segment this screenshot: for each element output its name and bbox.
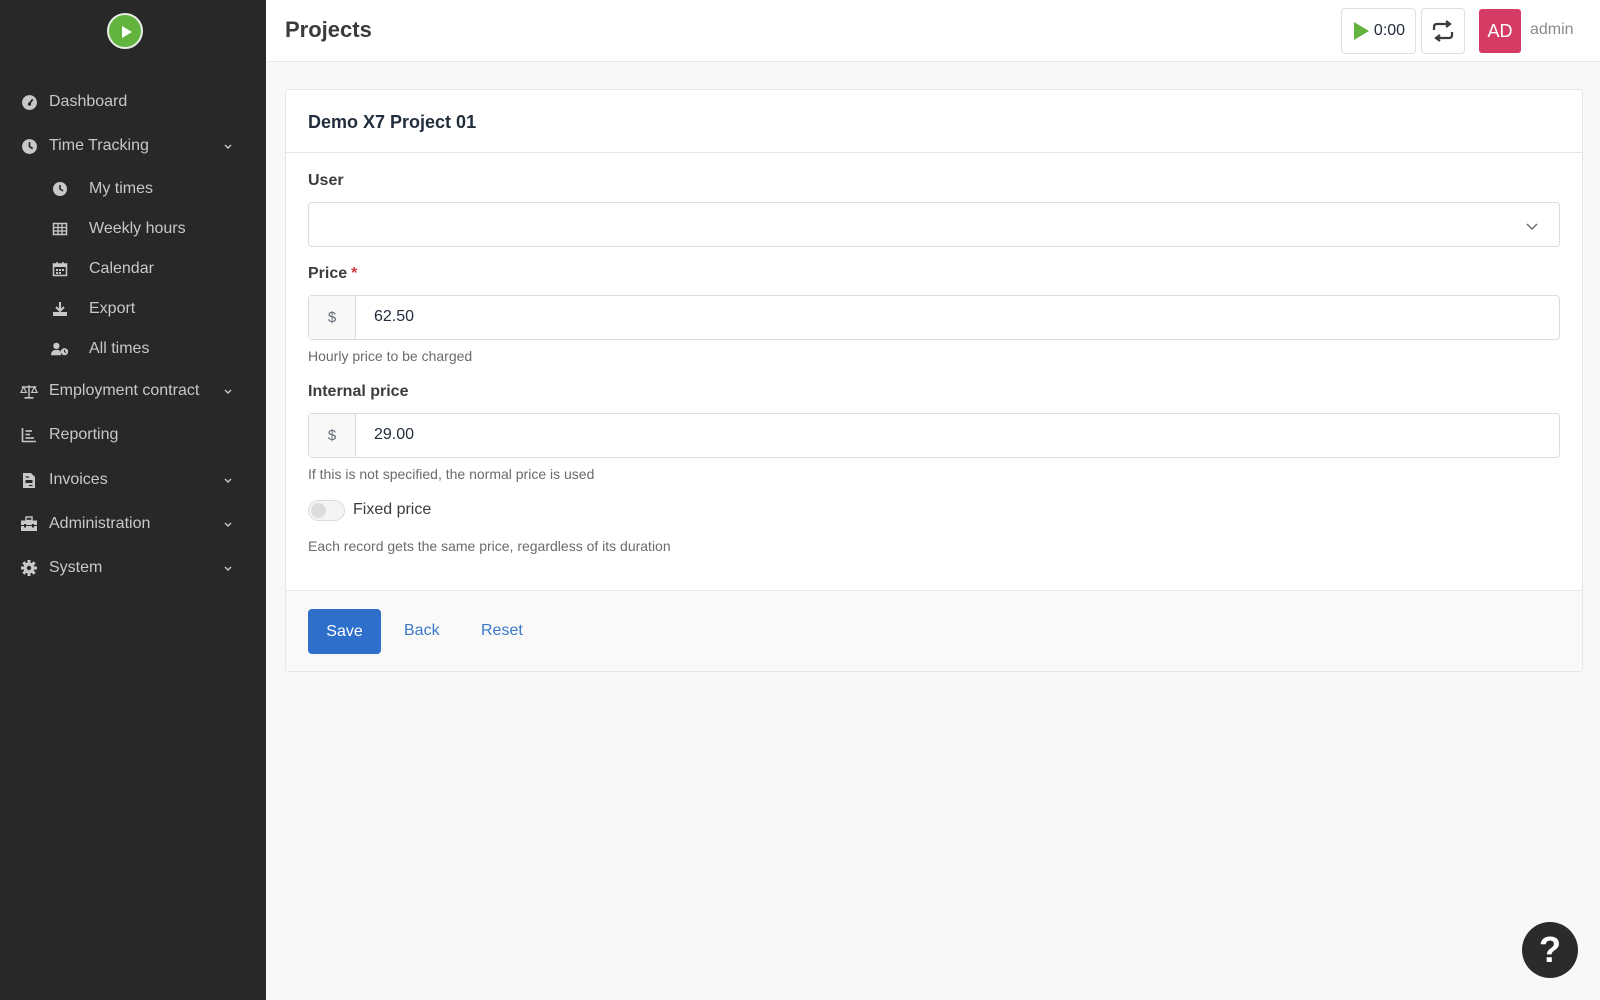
sidebar-item-label: Time Tracking [49,137,149,154]
sidebar-item-label: Calendar [89,260,154,277]
sidebar-item-invoices[interactable]: Invoices [0,460,266,500]
toggle-knob [311,503,326,518]
card-header: Demo X7 Project 01 [286,90,1582,153]
price-help-text: Hourly price to be charged [308,348,473,364]
currency-addon: $ [309,296,356,339]
project-rate-form: Demo X7 Project 01 User Price * $ 62.50 H… [285,89,1583,672]
fixed-price-help-text: Each record gets the same price, regardl… [308,538,671,554]
chevron-down-icon [224,389,232,394]
sidebar: Dashboard Time Tracking My times Weekly … [0,0,266,1000]
download-icon [51,300,69,318]
chevron-down-icon [1526,223,1538,230]
balance-scale-icon [20,382,38,400]
user-label: User [308,172,344,189]
clock-icon [20,137,38,155]
app-logo[interactable] [107,13,143,49]
sidebar-item-label: Invoices [49,471,108,488]
start-timer-button[interactable]: 0:00 [1341,8,1416,54]
sidebar-item-reporting[interactable]: Reporting [0,415,266,455]
save-button[interactable]: Save [308,609,381,654]
currency-addon: $ [309,414,356,457]
sync-button[interactable] [1421,8,1465,54]
internal-price-input[interactable]: 29.00 [374,426,414,444]
sidebar-item-label: All times [89,340,150,357]
help-button[interactable]: ? [1522,922,1578,978]
sidebar-item-all-times[interactable]: All times [0,329,266,369]
price-input[interactable]: 62.50 [374,308,414,326]
username[interactable]: admin [1530,21,1574,39]
back-button[interactable]: Back [404,622,440,640]
fixed-price-toggle[interactable] [308,500,345,521]
sidebar-item-label: Reporting [49,426,119,443]
user-clock-icon [51,340,69,358]
play-icon [122,26,132,38]
sidebar-item-label: Weekly hours [89,220,186,237]
price-field[interactable]: $ 62.50 [308,295,1560,340]
fixed-price-label[interactable]: Fixed price [353,501,431,519]
chevron-down-icon [224,478,232,483]
sidebar-item-time-tracking[interactable]: Time Tracking [0,126,266,166]
chevron-down-icon [224,566,232,571]
page-title: Projects [285,17,372,42]
sidebar-item-weekly-hours[interactable]: Weekly hours [0,209,266,249]
reset-button[interactable]: Reset [481,622,523,640]
table-icon [51,220,69,238]
form-title: Demo X7 Project 01 [308,112,477,132]
sidebar-item-label: My times [89,180,153,197]
clock-icon [51,180,69,198]
chart-icon [20,426,38,444]
sidebar-item-label: Dashboard [49,93,128,110]
internal-price-label: Internal price [308,383,409,400]
timer-value: 0:00 [1373,22,1406,39]
toolbox-icon [20,515,38,533]
sidebar-item-export[interactable]: Export [0,289,266,329]
calendar-icon [51,260,69,278]
chevron-down-icon [224,144,232,149]
top-bar: Projects 0:00 AD admin [266,0,1600,62]
avatar[interactable]: AD [1479,9,1521,53]
sidebar-item-label: Employment contract [49,382,200,399]
user-select[interactable] [308,202,1560,247]
sidebar-item-system[interactable]: System [0,548,266,588]
sidebar-item-employment-contract[interactable]: Employment contract [0,371,266,411]
chevron-down-icon [224,522,232,527]
sidebar-item-label: Administration [49,515,151,532]
sidebar-item-label: Export [89,300,136,317]
price-label: Price * [308,265,358,282]
sidebar-item-administration[interactable]: Administration [0,504,266,544]
sidebar-item-dashboard[interactable]: Dashboard [0,82,266,122]
sidebar-item-label: System [49,559,103,576]
sidebar-item-calendar[interactable]: Calendar [0,249,266,289]
required-marker: * [351,265,358,282]
gear-icon [20,559,38,577]
refresh-icon [1432,20,1454,42]
play-icon [1353,22,1369,40]
form-actions: Save Back Reset [286,590,1582,671]
dashboard-icon [20,93,38,111]
internal-price-field[interactable]: $ 29.00 [308,413,1560,458]
sidebar-item-my-times[interactable]: My times [0,169,266,209]
internal-price-help-text: If this is not specified, the normal pri… [308,466,595,482]
file-invoice-icon [20,471,38,489]
